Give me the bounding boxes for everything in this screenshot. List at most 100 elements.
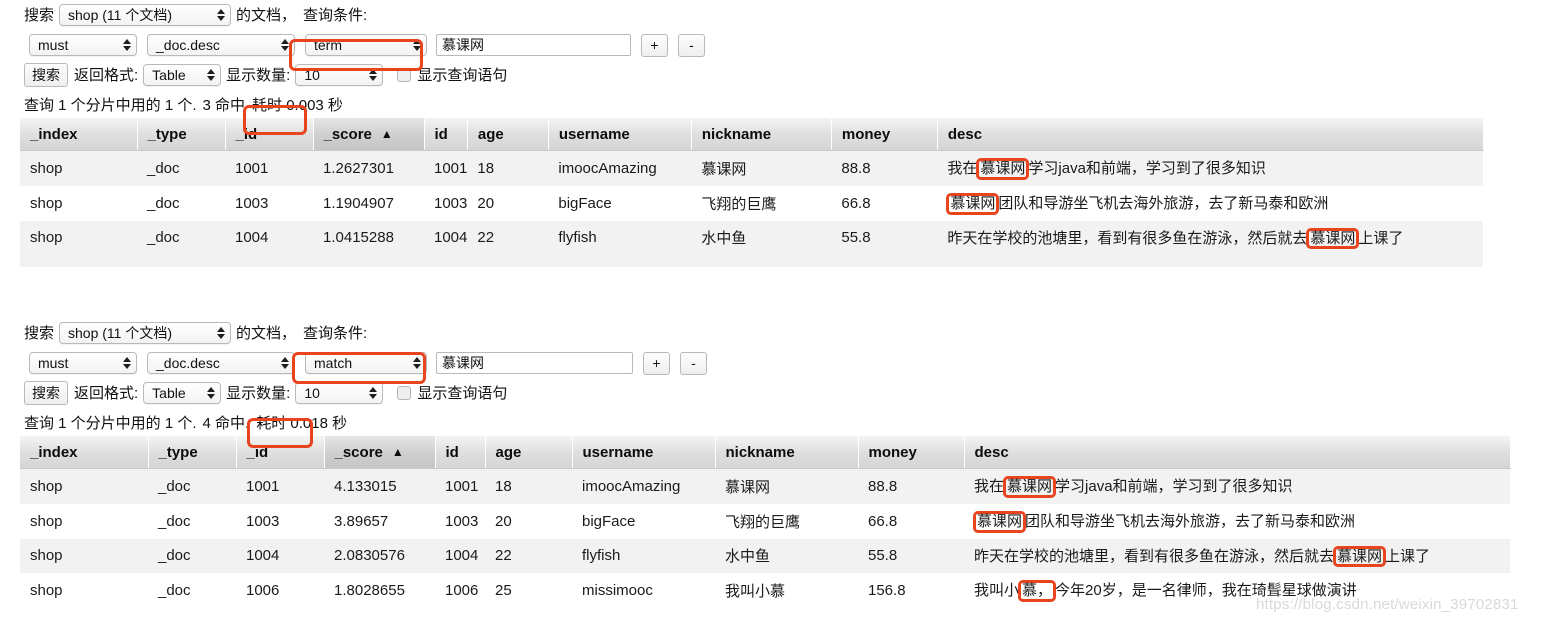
cell-score: 3.89657 bbox=[324, 503, 435, 539]
cell-type: _doc bbox=[148, 503, 236, 539]
desc-text: 上课了 bbox=[1358, 229, 1404, 247]
show-query-checkbox[interactable] bbox=[397, 68, 412, 82]
field-select[interactable]: _doc.desc bbox=[147, 34, 295, 56]
cell-desc: 慕课网 团队和导游坐飞机去海外旅游，去了新马泰和欧洲 bbox=[964, 503, 1510, 539]
table-row[interactable]: shop _doc 1001 4.133015 1001 18 imoocAmazing 慕课… bbox=[20, 468, 1510, 504]
updown-arrows-icon bbox=[368, 385, 377, 401]
cell-nickname: 水中鱼 bbox=[691, 220, 832, 256]
format-select[interactable]: Table bbox=[143, 382, 222, 404]
cell-money: 88.8 bbox=[831, 150, 938, 186]
cell-index: shop bbox=[20, 150, 137, 186]
summary-hits: 3 命中 bbox=[202, 96, 246, 114]
column-header-username[interactable]: username bbox=[572, 436, 716, 469]
column-header-age[interactable]: age bbox=[485, 436, 573, 469]
bool-clause-value: must bbox=[38, 355, 69, 371]
search-options-row: 搜索 返回格式: Table 显示数量: 10 显示查询语句 bbox=[0, 378, 1541, 408]
cell-money: 156.8 bbox=[858, 573, 964, 608]
cell-money: 55.8 bbox=[858, 538, 964, 574]
column-header-nickname[interactable]: nickname bbox=[715, 436, 859, 469]
updown-arrows-icon bbox=[368, 67, 377, 83]
cell-nickname: 慕课网 bbox=[691, 150, 832, 186]
column-header-username[interactable]: username bbox=[548, 118, 692, 151]
cell-id: 1003 bbox=[435, 503, 485, 539]
summary-suffix: 耗时 0.018 秒 bbox=[256, 414, 348, 432]
table-row[interactable]: shop _doc 1004 1.0415288 1004 22 flyfish 水中鱼 55.… bbox=[20, 220, 1484, 256]
table-row[interactable]: shop _doc 1001 1.2627301 1001 18 imoocAmazing 慕… bbox=[20, 150, 1484, 186]
cell-type: _doc bbox=[148, 538, 236, 574]
desc-text: 我叫小 bbox=[974, 582, 1020, 600]
column-header-index[interactable]: _index bbox=[20, 436, 149, 469]
cell-age: 22 bbox=[467, 220, 549, 256]
query-type-value: term bbox=[314, 37, 342, 53]
column-header-id[interactable]: id bbox=[435, 436, 486, 469]
table-row[interactable]: shop _doc 1003 1.1904907 1003 20 bigFace 飞翔的巨鹰 6… bbox=[20, 185, 1484, 221]
add-condition-button[interactable]: + bbox=[641, 33, 668, 57]
bool-clause-select[interactable]: must bbox=[29, 34, 137, 56]
cell-desc: 慕课网 团队和导游坐飞机去海外旅游，去了新马泰和欧洲 bbox=[937, 185, 1484, 221]
column-header-id[interactable]: _id bbox=[225, 118, 314, 151]
summary-prefix: 查询 1 个分片中用的 1 个. bbox=[24, 414, 197, 432]
column-header-desc[interactable]: desc bbox=[964, 436, 1511, 469]
format-select-value: Table bbox=[152, 385, 186, 401]
desc-text: 上课了 bbox=[1385, 547, 1431, 565]
search-button[interactable]: 搜索 bbox=[24, 381, 68, 405]
cell-score: 1.2627301 bbox=[313, 150, 424, 186]
column-header-index[interactable]: _index bbox=[20, 118, 138, 151]
show-query-checkbox[interactable] bbox=[397, 386, 412, 400]
size-label: 显示数量: bbox=[226, 384, 291, 402]
size-select[interactable]: 10 bbox=[295, 64, 384, 86]
add-condition-button[interactable]: + bbox=[643, 351, 670, 375]
format-select[interactable]: Table bbox=[143, 64, 222, 86]
remove-condition-button[interactable]: - bbox=[678, 33, 705, 57]
cell-age: 25 bbox=[485, 573, 572, 608]
column-header-score[interactable]: _score ▲ bbox=[324, 436, 436, 469]
cell-money: 66.8 bbox=[831, 185, 938, 221]
column-header-score[interactable]: _score ▲ bbox=[313, 118, 425, 151]
format-label: 返回格式: bbox=[74, 384, 139, 402]
cell-desc: 昨天在学校的池塘里，看到有很多鱼在游泳，然后就去 慕课网 上课了 bbox=[964, 538, 1510, 574]
cell-username: bigFace bbox=[548, 185, 692, 221]
column-header-desc[interactable]: desc bbox=[937, 118, 1484, 151]
cell-id: 1004 bbox=[435, 538, 485, 574]
column-header-type[interactable]: _type bbox=[148, 436, 237, 469]
query-type-select[interactable]: term bbox=[305, 34, 427, 56]
column-header-id[interactable]: id bbox=[424, 118, 468, 151]
index-select[interactable]: shop (11 个文档) bbox=[59, 322, 232, 344]
bool-clause-select[interactable]: must bbox=[29, 352, 137, 374]
query-value-input[interactable] bbox=[436, 352, 633, 374]
cell-index: shop bbox=[20, 538, 148, 574]
column-header-nickname[interactable]: nickname bbox=[691, 118, 832, 151]
column-header-money[interactable]: money bbox=[858, 436, 965, 469]
highlighted-term: 慕课网 bbox=[1306, 227, 1360, 250]
query-type-select[interactable]: match bbox=[305, 352, 427, 374]
cell-money: 66.8 bbox=[858, 503, 964, 539]
table-row[interactable]: shop _doc 1004 2.0830576 1004 22 flyfish 水中鱼 55.… bbox=[20, 538, 1510, 574]
highlighted-term: 慕课网 bbox=[1333, 545, 1387, 568]
highlighted-term: 慕课网 bbox=[1003, 476, 1057, 498]
remove-condition-button[interactable]: - bbox=[680, 351, 707, 375]
cell-id: 1006 bbox=[236, 573, 324, 608]
index-select-value: shop (11 个文档) bbox=[68, 7, 173, 23]
index-select-value: shop (11 个文档) bbox=[68, 325, 173, 341]
results-table: _index _type _id _score ▲ id age username nickna… bbox=[20, 436, 1511, 620]
query-value-input[interactable] bbox=[436, 34, 631, 56]
size-select[interactable]: 10 bbox=[295, 382, 384, 404]
column-header-money[interactable]: money bbox=[831, 118, 938, 151]
column-header-id[interactable]: _id bbox=[236, 436, 325, 469]
index-select[interactable]: shop (11 个文档) bbox=[59, 4, 232, 26]
table-row[interactable]: shop _doc 1003 3.89657 1003 20 bigFace 飞翔的巨鹰 66.… bbox=[20, 503, 1510, 539]
updown-arrows-icon bbox=[280, 37, 289, 53]
results-table: _index _type _id _score ▲ id age username nickna… bbox=[20, 118, 1484, 268]
search-options-row: 搜索 返回格式: Table 显示数量: 10 显示查询语句 bbox=[0, 60, 1541, 90]
search-button[interactable]: 搜索 bbox=[24, 63, 68, 87]
format-select-value: Table bbox=[152, 67, 186, 83]
table-header-row: _index _type _id _score ▲ id age username nickna… bbox=[20, 436, 1511, 469]
desc-text: 学习java和前端，学习到了很多知识 bbox=[1055, 478, 1293, 495]
desc-text: 昨天在学校的池塘里，看到有很多鱼在游泳，然后就去 bbox=[974, 547, 1335, 565]
updown-arrows-icon bbox=[412, 37, 421, 53]
column-header-type[interactable]: _type bbox=[137, 118, 226, 151]
field-select[interactable]: _doc.desc bbox=[147, 352, 295, 374]
column-header-age[interactable]: age bbox=[467, 118, 549, 151]
cell-score: 1.8028655 bbox=[324, 573, 435, 608]
cell-username: imoocAmazing bbox=[548, 150, 692, 186]
